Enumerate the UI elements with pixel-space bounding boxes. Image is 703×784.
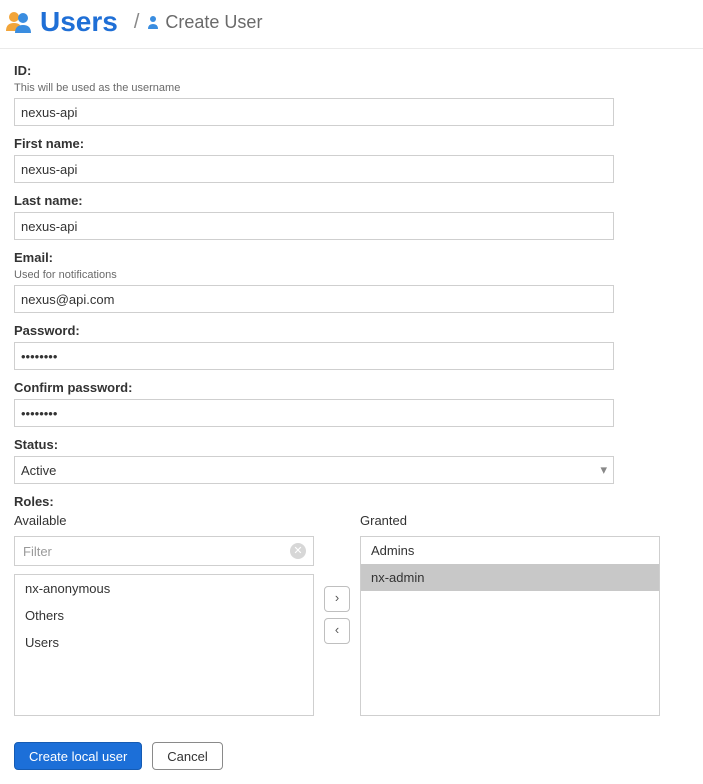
hint-email: Used for notifications bbox=[14, 269, 689, 281]
field-confirm-password: Confirm password: bbox=[14, 380, 689, 427]
move-right-button[interactable]: › bbox=[324, 586, 350, 612]
roles-arrow-column: › ‹ bbox=[324, 513, 350, 716]
field-email: Email: Used for notifications bbox=[14, 250, 689, 313]
field-first-name: First name: bbox=[14, 136, 689, 183]
page-header: Users / Create User bbox=[0, 0, 703, 49]
granted-title: Granted bbox=[360, 513, 660, 528]
list-item[interactable]: Users bbox=[15, 629, 313, 656]
clear-filter-icon[interactable]: ✕ bbox=[290, 543, 306, 559]
field-password: Password: bbox=[14, 323, 689, 370]
label-email: Email: bbox=[14, 250, 689, 265]
field-roles: Roles: Available ✕ nx-anonymousOthersUse… bbox=[14, 494, 689, 716]
available-title: Available bbox=[14, 513, 314, 528]
password-input[interactable] bbox=[14, 342, 614, 370]
roles-granted-list[interactable]: Adminsnx-admin bbox=[360, 536, 660, 716]
label-id: ID: bbox=[14, 63, 689, 78]
status-value: Active bbox=[21, 463, 56, 478]
user-icon bbox=[145, 14, 161, 30]
move-left-button[interactable]: ‹ bbox=[324, 618, 350, 644]
first-name-input[interactable] bbox=[14, 155, 614, 183]
list-item[interactable]: nx-anonymous bbox=[15, 575, 313, 602]
field-status: Status: Active ▾ bbox=[14, 437, 689, 484]
status-select[interactable]: Active ▾ bbox=[14, 456, 614, 484]
label-password: Password: bbox=[14, 323, 689, 338]
roles-filter-input[interactable] bbox=[14, 536, 314, 566]
breadcrumb-separator: / bbox=[134, 11, 140, 34]
id-input[interactable] bbox=[14, 98, 614, 126]
confirm-password-input[interactable] bbox=[14, 399, 614, 427]
cancel-button[interactable]: Cancel bbox=[152, 742, 222, 770]
chevron-down-icon: ▾ bbox=[600, 462, 607, 478]
field-id: ID: This will be used as the username bbox=[14, 63, 689, 126]
roles-available-column: Available ✕ nx-anonymousOthersUsers bbox=[14, 513, 314, 716]
label-last-name: Last name: bbox=[14, 193, 689, 208]
create-local-user-button[interactable]: Create local user bbox=[14, 742, 142, 770]
list-item[interactable]: nx-admin bbox=[361, 564, 659, 591]
page-title[interactable]: Users bbox=[40, 6, 118, 38]
users-icon bbox=[4, 7, 34, 37]
label-confirm-password: Confirm password: bbox=[14, 380, 689, 395]
label-first-name: First name: bbox=[14, 136, 689, 151]
form: ID: This will be used as the username Fi… bbox=[0, 49, 703, 784]
hint-id: This will be used as the username bbox=[14, 82, 689, 94]
form-actions: Create local user Cancel bbox=[14, 742, 689, 770]
list-item[interactable]: Admins bbox=[361, 537, 659, 564]
breadcrumb-current: Create User bbox=[165, 12, 262, 33]
field-last-name: Last name: bbox=[14, 193, 689, 240]
email-input[interactable] bbox=[14, 285, 614, 313]
roles-granted-column: Granted Adminsnx-admin bbox=[360, 513, 660, 716]
list-item[interactable]: Others bbox=[15, 602, 313, 629]
last-name-input[interactable] bbox=[14, 212, 614, 240]
label-status: Status: bbox=[14, 437, 689, 452]
roles-available-list[interactable]: nx-anonymousOthersUsers bbox=[14, 574, 314, 716]
label-roles: Roles: bbox=[14, 494, 689, 509]
